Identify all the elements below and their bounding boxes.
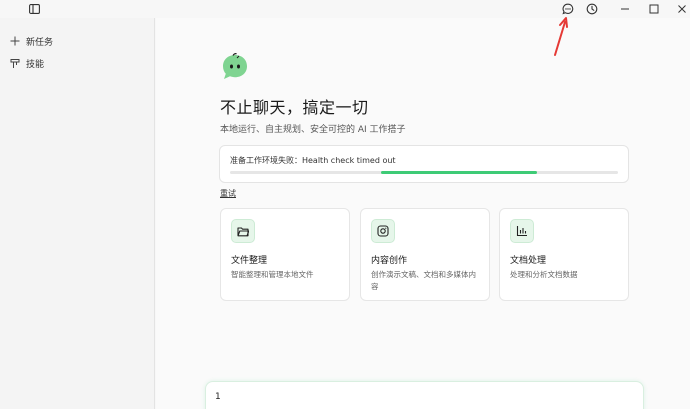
page-title: 不止聊天，搞定一切 (220, 98, 369, 117)
bar-chart-icon (510, 219, 534, 243)
folder-icon (231, 219, 255, 243)
sidebar-item-new-task[interactable]: 新任务 (9, 33, 53, 49)
status-message: 准备工作环境失败：Health check timed out (230, 156, 396, 165)
card-title: 文件整理 (231, 256, 268, 266)
retry-link[interactable]: 重试 (220, 188, 236, 199)
page-subtitle: 本地运行、自主规划、安全可控的 AI 工作搭子 (220, 125, 406, 135)
environment-status-card: 准备工作环境失败：Health check timed out (219, 145, 629, 183)
minimize-icon[interactable] (617, 1, 633, 17)
card-description: 创作演示文稿、文档和多媒体内容 (371, 270, 476, 291)
sidebar-item-skills[interactable]: 技能 (9, 55, 44, 71)
progress-bar (230, 171, 618, 174)
mascot-logo (220, 52, 250, 82)
chat-input[interactable]: 1 (205, 381, 644, 409)
sidebar-toggle-icon[interactable] (26, 1, 42, 17)
maximize-icon[interactable] (646, 1, 662, 17)
card-document-processing[interactable]: 文档处理 处理和分析文档数据 (499, 208, 629, 301)
clock-icon[interactable] (584, 1, 600, 17)
chat-bubble-icon[interactable] (560, 1, 576, 17)
card-description: 智能整理和管理本地文件 (231, 270, 314, 279)
sidebar-item-label: 新任务 (26, 37, 54, 48)
sidebar: 新任务 技能 (0, 18, 155, 409)
tool-icon (9, 57, 21, 69)
card-description: 处理和分析文档数据 (510, 270, 578, 279)
chat-input-value[interactable]: 1 (215, 392, 221, 402)
title-bar (0, 0, 690, 18)
plus-icon (9, 35, 21, 47)
card-title: 内容创作 (371, 256, 408, 266)
sidebar-item-label: 技能 (26, 59, 45, 70)
card-title: 文档处理 (510, 256, 547, 266)
card-file-organize[interactable]: 文件整理 智能整理和管理本地文件 (220, 208, 350, 301)
instagram-icon (371, 219, 395, 243)
close-icon[interactable] (674, 1, 690, 17)
progress-bar-fill (381, 171, 537, 174)
card-content-creation[interactable]: 内容创作 创作演示文稿、文档和多媒体内容 (360, 208, 490, 301)
main-content: 不止聊天，搞定一切 本地运行、自主规划、安全可控的 AI 工作搭子 准备工作环境… (156, 18, 690, 409)
